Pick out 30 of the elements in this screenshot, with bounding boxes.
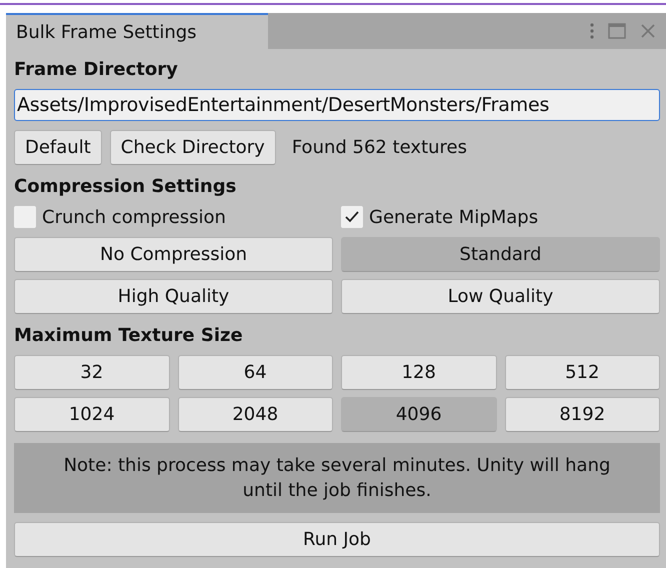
size-option[interactable]: 8192 — [504, 397, 660, 432]
close-icon[interactable] — [640, 23, 656, 39]
size-option[interactable]: 4096 — [341, 397, 496, 432]
checkbox[interactable] — [341, 206, 363, 228]
status-text: Found 562 textures — [292, 137, 468, 158]
more-icon[interactable] — [590, 23, 594, 39]
compression-option[interactable]: High Quality — [14, 279, 333, 314]
compression-option[interactable]: Standard — [341, 237, 660, 272]
section-heading: Frame Directory — [14, 59, 179, 80]
section-heading: Compression Settings — [14, 176, 238, 197]
compression-option[interactable]: Low Quality — [341, 279, 660, 314]
directory-field[interactable]: Assets/ImprovisedEntertainment/DesertMonsters/Frames — [14, 89, 660, 121]
checkbox[interactable] — [14, 206, 36, 228]
section-heading: Maximum Texture Size — [14, 325, 244, 346]
check-directory-button[interactable]: Check Directory — [110, 130, 276, 165]
window-tab[interactable]: Bulk Frame Settings — [6, 13, 268, 49]
note-text: Note: this process may take several minutes. Unity will hang until the job finishes. — [14, 443, 660, 514]
check-icon — [344, 210, 360, 224]
size-option[interactable]: 512 — [504, 355, 660, 390]
run-job-button[interactable]: Run Job — [14, 522, 660, 558]
maximize-icon[interactable] — [608, 23, 626, 39]
checkbox-label: Crunch compression — [42, 206, 226, 228]
default-button[interactable]: Default — [14, 130, 102, 165]
size-option[interactable]: 2048 — [178, 397, 333, 432]
size-option[interactable]: 64 — [178, 355, 333, 390]
size-option[interactable]: 1024 — [14, 397, 170, 432]
compression-option[interactable]: No Compression — [14, 237, 333, 272]
checkbox-label: Generate MipMaps — [369, 206, 538, 228]
size-option[interactable]: 32 — [14, 355, 170, 390]
size-option[interactable]: 128 — [341, 355, 496, 390]
